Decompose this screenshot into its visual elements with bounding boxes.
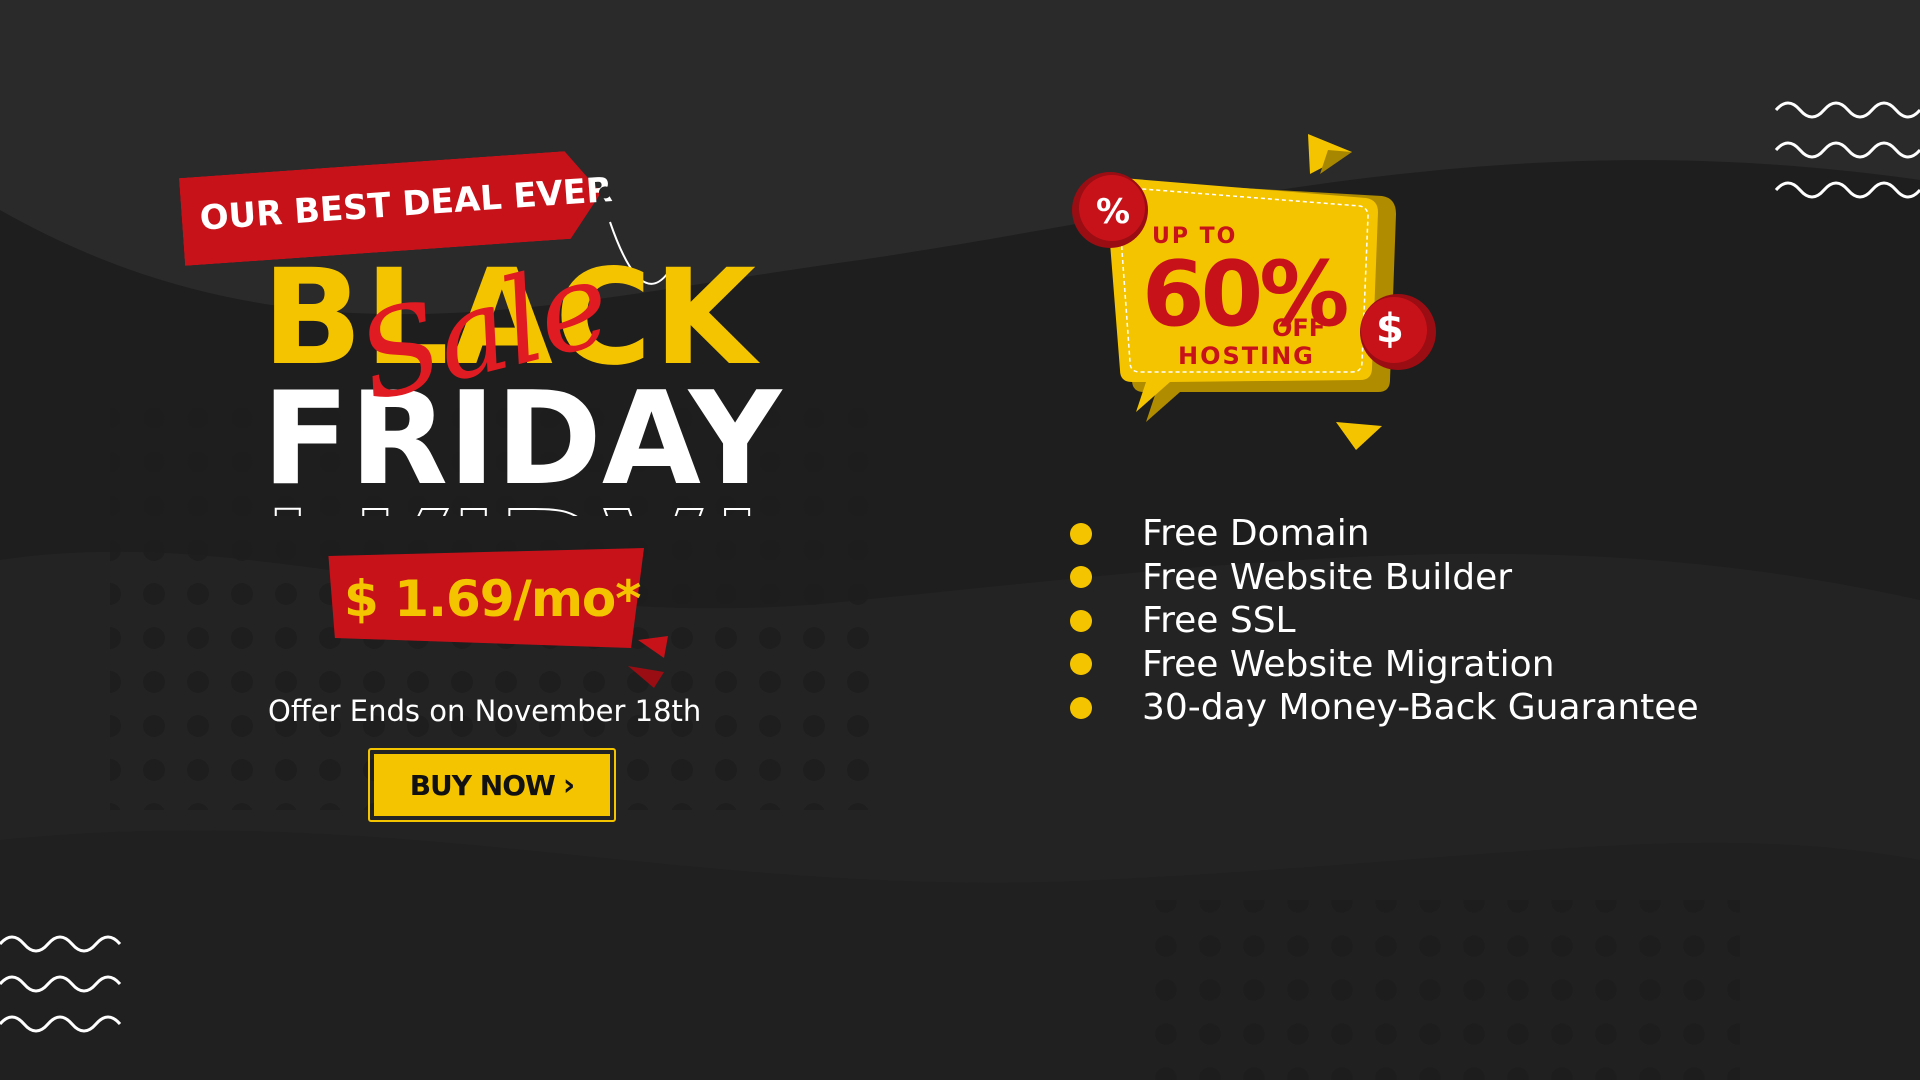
ribbon-fold xyxy=(628,636,668,688)
offer-ends-text: Offer Ends on November 18th xyxy=(268,694,702,728)
bullet-dot-icon xyxy=(1070,653,1092,676)
buy-now-label: BUY NOW xyxy=(409,768,556,802)
buy-now-button[interactable]: BUY NOW › xyxy=(368,748,616,822)
price-banner: $ 1.69/mo* xyxy=(322,548,652,656)
bullet-dot-icon xyxy=(1070,566,1092,589)
feature-label: 30-day Money-Back Guarantee xyxy=(1142,687,1699,729)
bullet-dot-icon xyxy=(1070,696,1092,719)
percent-badge-text: % xyxy=(1096,192,1131,232)
off-text: OFF xyxy=(1272,314,1326,342)
feature-item: Free Domain xyxy=(1070,512,1699,556)
bullet-dot-icon xyxy=(1070,609,1092,632)
title-friday-reflection-text: FRIDAY xyxy=(264,492,783,516)
bullet-dot-icon xyxy=(1070,522,1092,545)
feature-label: Free Website Migration xyxy=(1142,643,1555,685)
title-friday: FRIDAY xyxy=(262,365,782,514)
feature-label: Free SSL xyxy=(1142,600,1296,642)
dollar-badge-text: $ xyxy=(1376,306,1404,352)
feature-item: 30-day Money-Back Guarantee xyxy=(1070,686,1699,730)
feature-label: Free Website Builder xyxy=(1142,556,1513,598)
price-text: $ 1.69/mo* xyxy=(344,570,641,628)
feature-item: Free Website Migration xyxy=(1070,643,1699,687)
feature-item: Free SSL xyxy=(1070,599,1699,643)
feature-item: Free Website Builder xyxy=(1070,556,1699,600)
hosting-text: HOSTING xyxy=(1178,342,1315,370)
feature-list: Free Domain Free Website Builder Free SS… xyxy=(1070,512,1699,730)
chevron-right-icon: › xyxy=(562,767,575,803)
buy-now-button-face[interactable]: BUY NOW › xyxy=(374,754,610,816)
title-friday-reflection: FRIDAY xyxy=(264,492,783,516)
feature-label: Free Domain xyxy=(1142,513,1370,555)
